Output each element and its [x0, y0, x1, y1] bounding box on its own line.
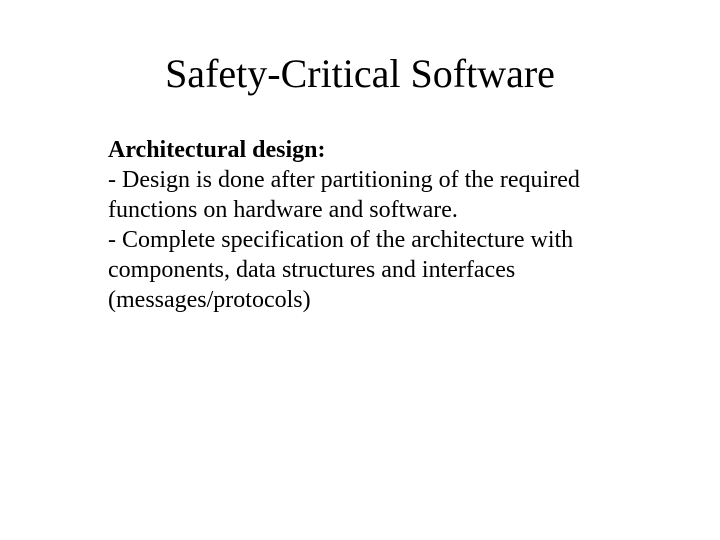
slide-title: Safety-Critical Software — [0, 50, 720, 97]
slide-container: Safety-Critical Software Architectural d… — [0, 0, 720, 540]
bullet-item: - Design is done after partitioning of t… — [108, 165, 650, 225]
subheading: Architectural design: — [108, 135, 650, 165]
bullet-item: - Complete specification of the architec… — [108, 225, 650, 315]
slide-body: Architectural design: - Design is done a… — [0, 135, 720, 315]
